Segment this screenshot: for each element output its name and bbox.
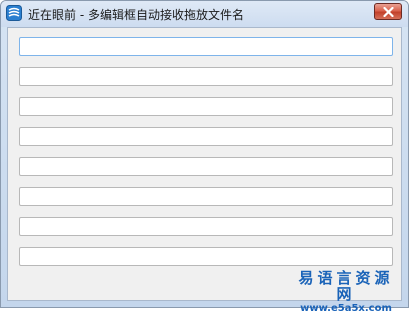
edit-box-3[interactable]: [19, 97, 393, 116]
watermark-site-name: 易语言资源网: [298, 269, 394, 303]
edit-box-1[interactable]: [19, 37, 393, 56]
edit-box-8[interactable]: [19, 247, 393, 266]
edit-box-5[interactable]: [19, 157, 393, 176]
app-window: 近在眼前 - 多编辑框自动接收拖放文件名: [0, 0, 409, 308]
window-title: 近在眼前 - 多编辑框自动接收拖放文件名: [28, 8, 244, 22]
edit-box-6[interactable]: [19, 187, 393, 206]
close-button[interactable]: [374, 3, 402, 20]
watermark-url: www.e5a5x.com: [300, 303, 392, 314]
edit-box-2[interactable]: [19, 67, 393, 86]
watermark: 易语言资源网 www.e5a5x.com: [291, 270, 401, 316]
title-bar[interactable]: 近在眼前 - 多编辑框自动接收拖放文件名: [1, 1, 408, 27]
app-logo-icon[interactable]: [6, 5, 22, 21]
edit-box-4[interactable]: [19, 127, 393, 146]
client-area: [7, 27, 402, 301]
close-icon: [383, 7, 394, 17]
edit-box-7[interactable]: [19, 217, 393, 236]
